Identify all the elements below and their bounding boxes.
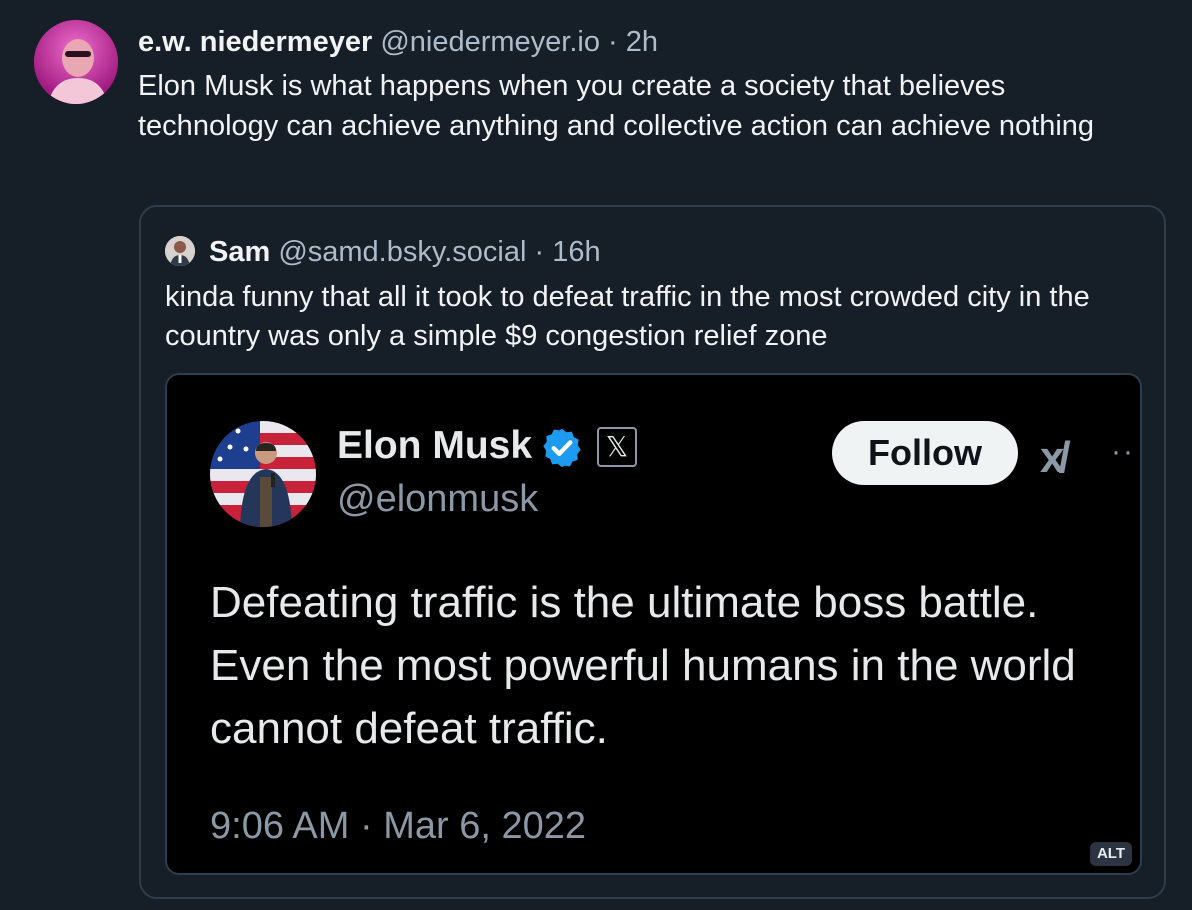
x-logo-icon: 𝕏	[597, 427, 637, 467]
post-header: e.w. niedermeyer @niedermeyer.io · 2h	[138, 24, 658, 60]
more-icon: ··	[1111, 435, 1135, 468]
author-avatar-image	[34, 20, 118, 104]
embedded-tweet-text: Defeating traffic is the ultimate boss b…	[210, 578, 1076, 753]
xai-logo-icon: x/	[1040, 433, 1071, 482]
quote-author-name[interactable]: Sam	[209, 236, 270, 268]
quote-post-card[interactable]: Sam @samd.bsky.social · 16h kinda funny …	[139, 205, 1166, 899]
author-handle[interactable]: @niedermeyer.io	[380, 26, 600, 58]
post-timestamp[interactable]: 2h	[626, 26, 658, 58]
embedded-tweet-avatar	[210, 421, 316, 527]
quote-avatar-image	[165, 236, 195, 266]
quote-timestamp[interactable]: 16h	[552, 236, 600, 268]
quote-header-separator: ·	[534, 236, 545, 268]
embedded-avatar-image	[210, 421, 316, 527]
post-text: Elon Musk is what happens when you creat…	[138, 70, 1095, 142]
post: e.w. niedermeyer @niedermeyer.io · 2h El…	[0, 0, 1192, 910]
alt-text-badge[interactable]: ALT	[1089, 842, 1132, 866]
embedded-image[interactable]: Elon Musk 𝕏 @elonmusk Follow x/ ·· Defea…	[165, 373, 1142, 875]
quote-author-avatar[interactable]	[165, 236, 195, 266]
quote-header: Sam @samd.bsky.social · 16h	[209, 234, 601, 270]
embedded-tweet-timestamp: 9:06 AM · Mar 6, 2022	[210, 805, 586, 847]
author-avatar[interactable]	[34, 20, 118, 104]
quote-text: kinda funny that all it took to defeat t…	[165, 281, 1090, 352]
embedded-tweet-name: Elon Musk	[337, 424, 533, 467]
verified-badge-icon	[543, 428, 581, 468]
header-separator: ·	[608, 26, 618, 58]
author-name[interactable]: e.w. niedermeyer	[138, 26, 372, 58]
follow-button: Follow	[832, 421, 1018, 485]
quote-author-handle[interactable]: @samd.bsky.social	[278, 236, 526, 268]
embedded-tweet-handle: @elonmusk	[337, 478, 539, 520]
